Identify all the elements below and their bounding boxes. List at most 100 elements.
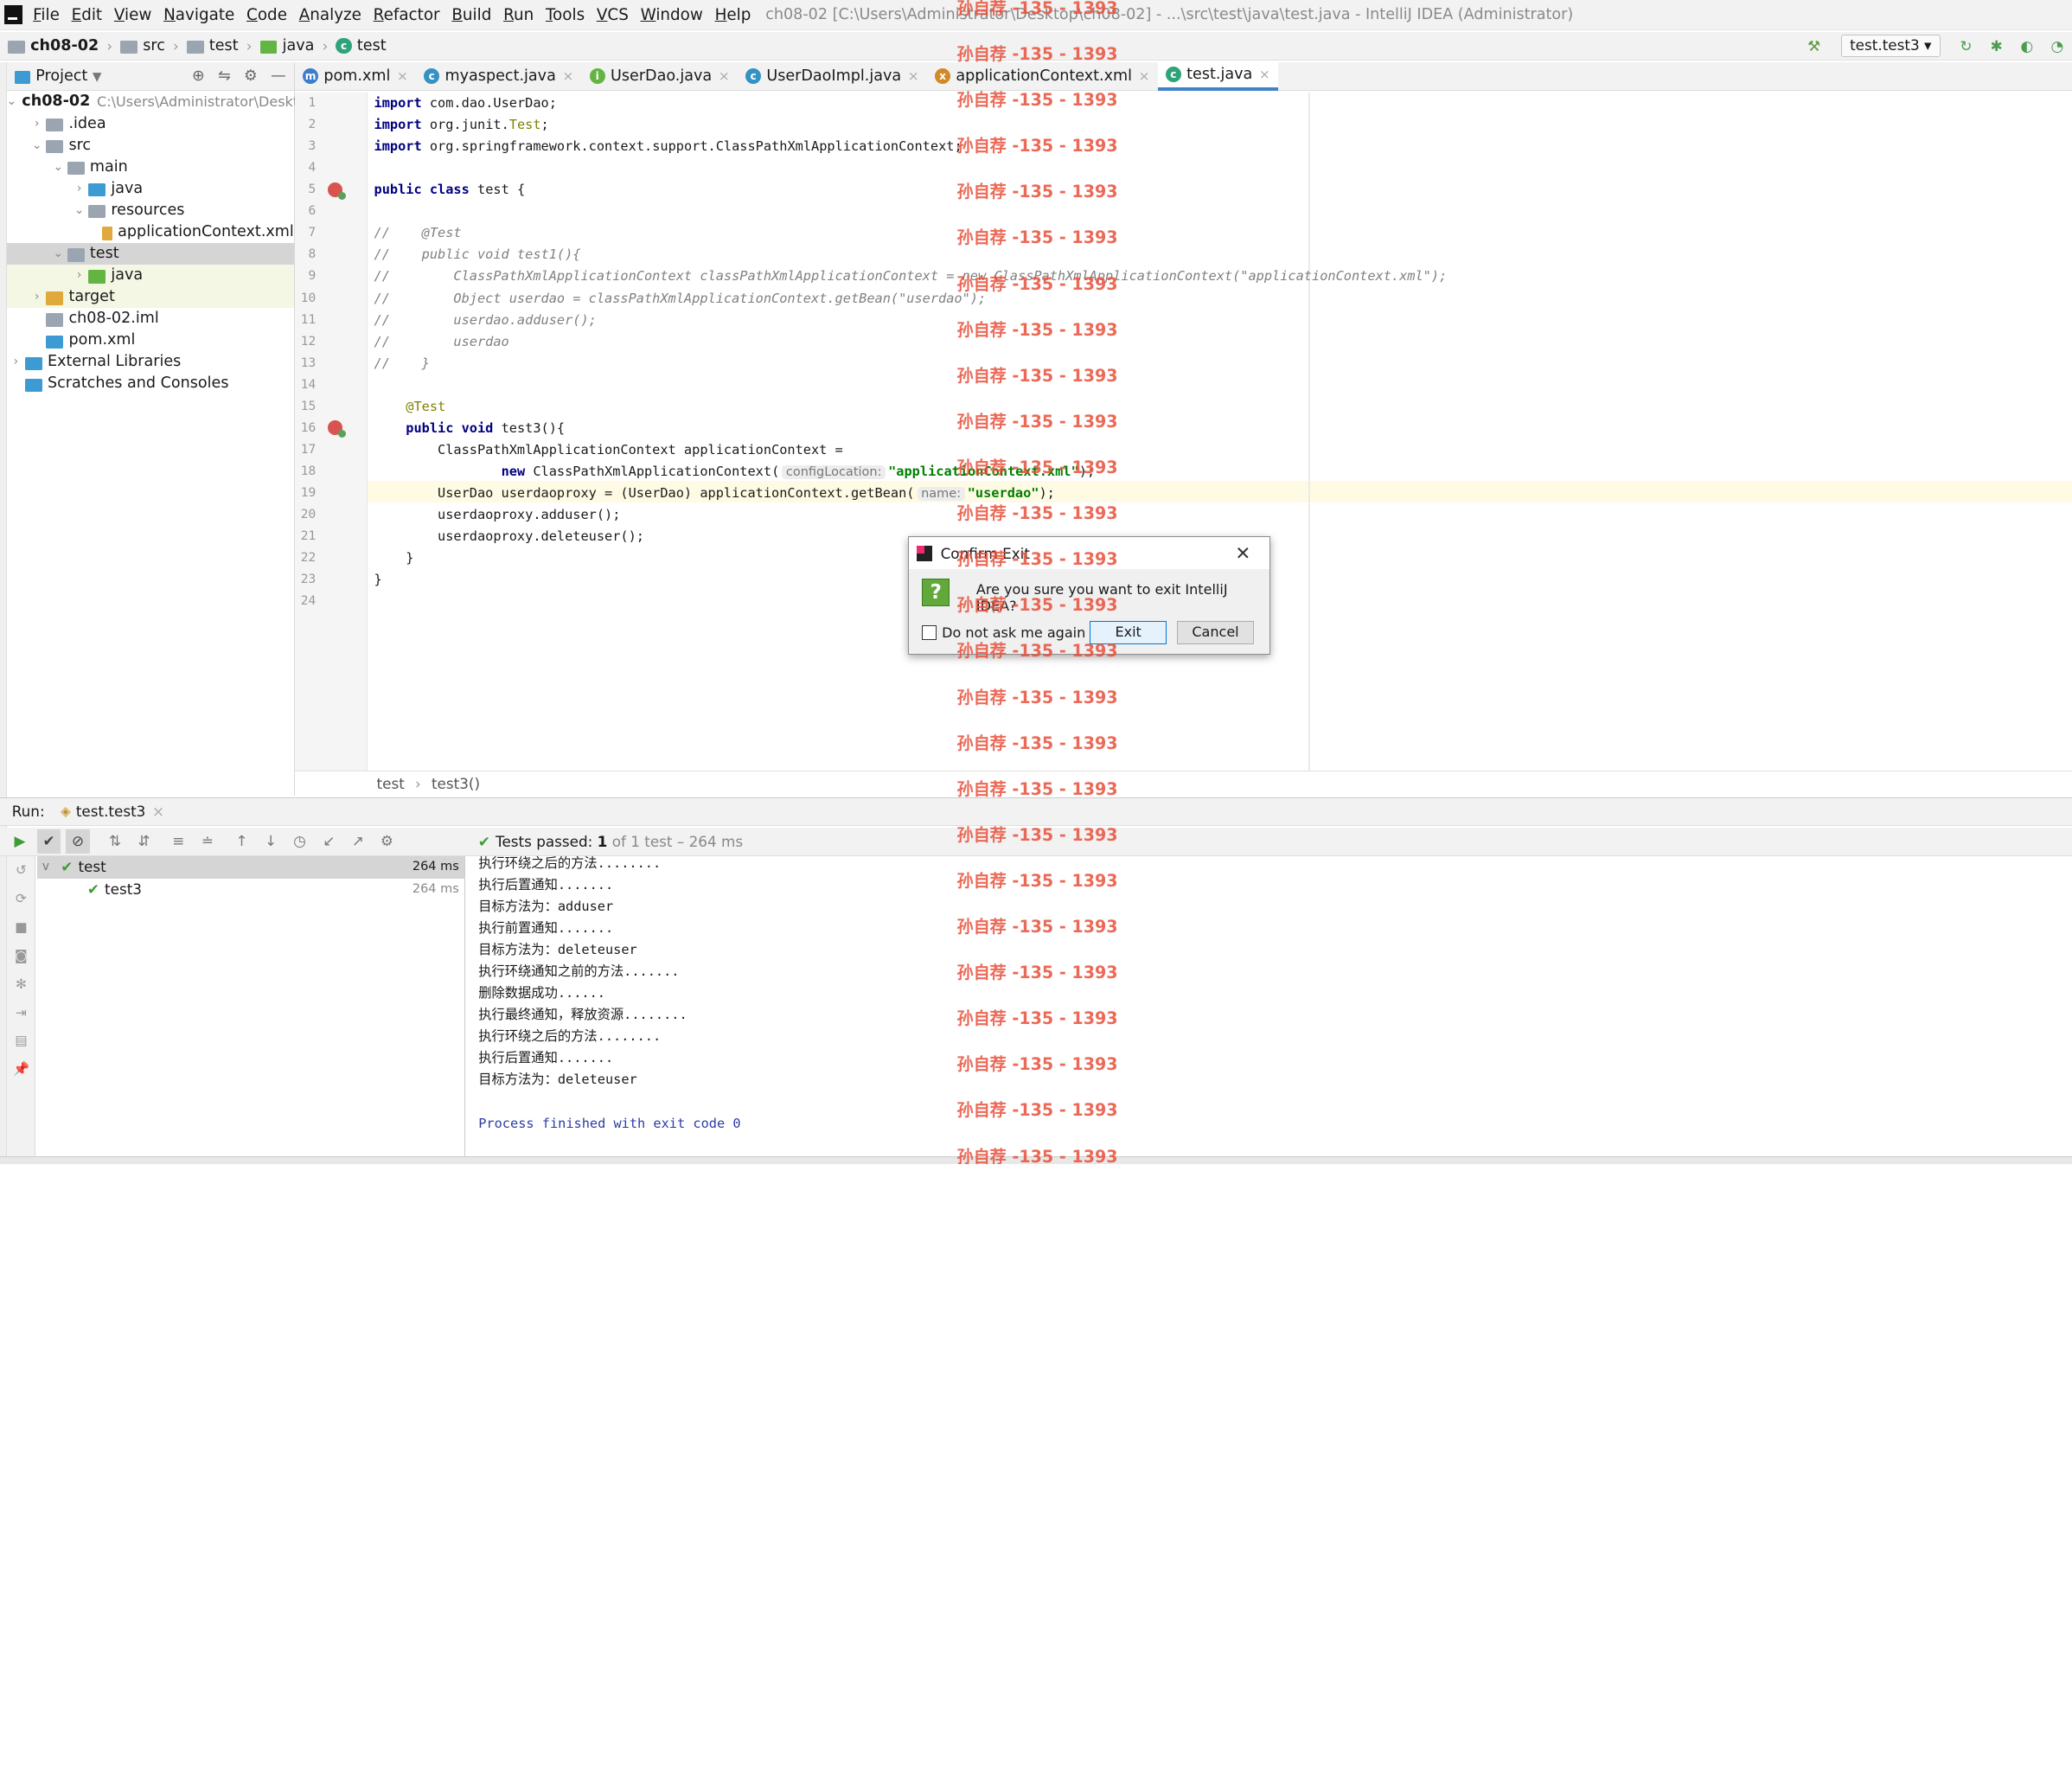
code-line[interactable]: import org.springframework.context.suppo… — [374, 136, 962, 157]
menu-run[interactable]: Run — [496, 0, 538, 30]
run-test-gutter-icon[interactable] — [328, 419, 347, 438]
menu-vcs[interactable]: VCS — [589, 0, 633, 30]
show-passed-icon[interactable]: ✔ — [36, 829, 61, 854]
editor-tab[interactable]: c UserDaoImpl.java × — [738, 61, 927, 91]
menu-file[interactable]: File — [25, 0, 63, 30]
close-icon[interactable]: × — [397, 68, 408, 84]
locate-target-icon[interactable]: ⊕ — [192, 67, 205, 85]
close-icon[interactable]: × — [908, 68, 919, 84]
collapse-all-icon[interactable]: ≐ — [195, 829, 220, 854]
collapse-all-icon[interactable]: ⇋ — [218, 67, 231, 85]
crumb-test[interactable]: test › — [186, 37, 252, 54]
menu-edit[interactable]: Edit — [63, 0, 106, 30]
menu-refactor[interactable]: Refactor — [366, 0, 444, 30]
build-hammer-icon[interactable]: ⚒ — [1806, 37, 1823, 55]
chevron-right-icon[interactable]: › — [70, 178, 88, 200]
code-line[interactable]: public void test3(){ — [374, 418, 565, 439]
close-icon[interactable]: × — [719, 68, 730, 84]
crumb-java[interactable]: java › — [259, 37, 328, 54]
prev-test-icon[interactable]: ↑ — [230, 829, 254, 854]
code-line[interactable]: // userdao.adduser(); — [374, 310, 597, 331]
console-output[interactable]: 执行环绕之后的方法........ 执行后置通知....... 目标方法为：addu… — [478, 853, 2064, 1157]
editor-tab[interactable]: i UserDao.java × — [581, 61, 737, 91]
code-line[interactable]: @Test — [374, 396, 445, 418]
editor-tab[interactable]: c test.java × — [1157, 61, 1278, 91]
coverage-icon[interactable]: ◐ — [2018, 37, 2036, 55]
menu-tools[interactable]: Tools — [538, 0, 589, 30]
code-line[interactable]: userdaoproxy.adduser(); — [374, 504, 620, 526]
exit-icon[interactable]: ⇥ — [7, 999, 36, 1027]
next-test-icon[interactable]: ↓ — [259, 829, 283, 854]
test-suite-row[interactable]: v ✔ test 264 ms — [36, 856, 464, 880]
tree-item[interactable]: pom.xml — [7, 330, 294, 351]
tree-item[interactable]: › java — [6, 264, 294, 286]
code-line[interactable]: // public void test1(){ — [374, 244, 581, 266]
settings-icon[interactable]: ✻ — [7, 970, 36, 999]
stop-icon[interactable]: ■ — [7, 913, 36, 942]
code-line[interactable]: // ClassPathXmlApplicationContext classP… — [374, 266, 1448, 287]
profile-icon[interactable]: ◔ — [2049, 37, 2066, 55]
pin-icon[interactable]: 📌 — [7, 1055, 36, 1084]
exit-button[interactable]: Exit — [1090, 620, 1167, 645]
tree-item[interactable]: ⌄ main — [7, 157, 294, 178]
chevron-right-icon[interactable]: › — [28, 286, 46, 308]
crumb-project[interactable]: ch08-02 › — [8, 37, 112, 54]
checkbox-box[interactable] — [922, 625, 937, 641]
code-line[interactable]: userdaoproxy.deleteuser(); — [374, 526, 644, 547]
hide-panel-icon[interactable]: — — [271, 67, 286, 85]
do-not-ask-checkbox[interactable]: Do not ask me again — [922, 624, 1085, 641]
chevron-down-icon[interactable]: ⌄ — [70, 200, 88, 221]
test-history-icon[interactable]: ◷ — [288, 829, 312, 854]
close-icon[interactable]: ✕ — [1235, 543, 1250, 565]
editor-tab[interactable]: c myaspect.java × — [416, 61, 581, 91]
menu-help[interactable]: Help — [707, 0, 755, 30]
code-line[interactable]: // userdao — [374, 331, 509, 353]
breadcrumb-class[interactable]: test — [377, 775, 405, 792]
tree-item[interactable]: ⌄ src — [7, 135, 294, 157]
code-line[interactable]: UserDao userdaoproxy = (UserDao) applica… — [374, 483, 1055, 504]
rerun-icon[interactable]: ↻ — [1957, 37, 1974, 55]
project-view-select[interactable]: Project ▼ — [35, 67, 101, 85]
tree-item[interactable]: ch08-02.iml — [7, 308, 294, 330]
code-line[interactable]: ClassPathXmlApplicationContext applicati… — [374, 439, 843, 461]
breadcrumb-method[interactable]: test3() — [432, 775, 480, 792]
menu-build[interactable]: Build — [444, 0, 496, 30]
expand-all-icon[interactable]: ≡ — [166, 829, 190, 854]
code-line[interactable]: new ClassPathXmlApplicationContext(confi… — [374, 461, 1095, 483]
menu-navigate[interactable]: Navigate — [156, 0, 239, 30]
code-line[interactable]: } — [374, 547, 413, 569]
show-ignored-icon[interactable]: ⊘ — [66, 829, 90, 854]
tree-item[interactable]: › .idea — [7, 113, 294, 135]
close-icon[interactable]: × — [562, 68, 573, 84]
tree-item[interactable]: › External Libraries — [7, 351, 294, 373]
code-line[interactable]: } — [374, 569, 382, 591]
test-case-row[interactable]: ✔ test3 264 ms — [37, 879, 464, 901]
editor-tab[interactable]: x applicationContext.xml × — [927, 61, 1158, 91]
chevron-right-icon[interactable]: › — [70, 265, 88, 286]
code-editor[interactable] — [367, 92, 2072, 771]
tree-item[interactable]: applicationContext.xml — [7, 221, 294, 243]
tree-item[interactable]: ⌄ test — [6, 242, 294, 265]
crumb-class[interactable]: c test — [336, 37, 387, 54]
run-config-select[interactable]: test.test3 ▾ — [1840, 35, 1941, 58]
code-line[interactable]: // Object userdao = classPathXmlApplicat… — [374, 288, 987, 310]
close-icon[interactable]: × — [1139, 68, 1150, 84]
import-tests-icon[interactable]: ↙ — [317, 829, 341, 854]
run-test-gutter-icon[interactable] — [328, 182, 347, 200]
layout-icon[interactable]: ▤ — [7, 1027, 36, 1055]
tree-item[interactable]: Scratches and Consoles — [7, 373, 294, 394]
code-line[interactable]: import com.dao.UserDao; — [374, 93, 557, 114]
cancel-button[interactable]: Cancel — [1177, 620, 1254, 645]
tree-item[interactable]: ⌄ ch08-02 C:\Users\Administrator\Deskt — [7, 91, 298, 112]
tree-item[interactable]: › java — [7, 178, 294, 200]
gear-icon[interactable]: ⚙ — [244, 67, 258, 85]
crumb-src[interactable]: src › — [120, 37, 179, 54]
code-line[interactable]: public class test { — [374, 179, 526, 201]
chevron-down-icon[interactable]: ⌄ — [49, 157, 67, 178]
menu-view[interactable]: View — [106, 0, 156, 30]
run-tab[interactable]: ◈ test.test3 × — [61, 803, 164, 820]
code-line[interactable]: // } — [374, 353, 430, 374]
chevron-down-icon[interactable]: ⌄ — [28, 135, 46, 157]
chevron-right-icon[interactable]: › — [28, 113, 46, 135]
debug-bug-icon[interactable]: ✱ — [1988, 37, 2005, 55]
